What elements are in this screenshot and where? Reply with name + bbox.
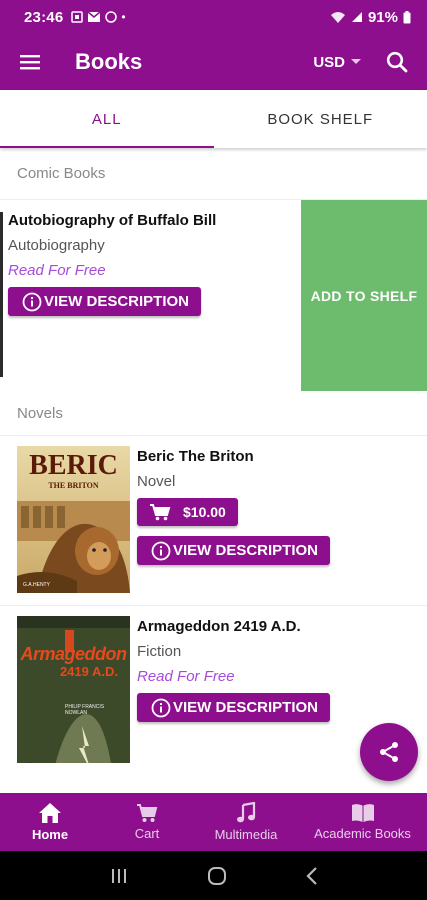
dot-icon: • <box>121 10 126 24</box>
view-description-label: VIEW DESCRIPTION <box>44 293 190 310</box>
bottom-navigation: Home Cart Multimedia Academic Books <box>0 793 427 851</box>
tab-book-shelf-label: BOOK SHELF <box>267 110 374 128</box>
tab-bar: ALL BOOK SHELF <box>0 90 427 148</box>
section-title: Comic Books <box>17 165 106 182</box>
book-cover[interactable]: BERIC THE BRITON G.A.HENTY <box>17 446 130 593</box>
cover-title: BERIC <box>29 450 118 481</box>
battery-icon <box>403 10 411 23</box>
wifi-icon <box>330 11 345 23</box>
signal-icon <box>351 12 362 22</box>
info-icon <box>22 292 42 312</box>
view-description-button[interactable]: VIEW DESCRIPTION <box>137 536 331 565</box>
nav-multimedia-label: Multimedia <box>214 827 278 842</box>
status-bar: 23:46 • 91% <box>0 0 427 34</box>
cart-icon <box>137 804 158 822</box>
nav-cart-label: Cart <box>134 826 160 841</box>
hamburger-icon <box>20 55 40 70</box>
section-header-comic-books: Comic Books <box>0 148 427 200</box>
book-cover-edge <box>0 212 3 377</box>
add-to-shelf-label: ADD TO SHELF <box>310 287 418 304</box>
book-list[interactable]: Comic Books Autobiography of Buffalo Bil… <box>0 148 427 793</box>
view-description-button[interactable]: VIEW DESCRIPTION <box>8 287 202 316</box>
list-item[interactable]: BERIC THE BRITON G.A.HENTY Beric The Bri… <box>0 436 427 606</box>
section-title: Novels <box>17 404 63 422</box>
page-title: Books <box>75 49 143 74</box>
add-to-shelf-button[interactable]: ADD TO SHELF <box>301 200 427 391</box>
share-icon <box>380 742 398 762</box>
view-description-label: VIEW DESCRIPTION <box>173 542 319 559</box>
home-button-icon[interactable] <box>207 866 227 886</box>
tab-all-label: ALL <box>91 110 122 128</box>
cover-subtitle: 2419 A.D. <box>59 664 118 679</box>
app-bar: Books USD <box>0 34 427 90</box>
nav-multimedia[interactable]: Multimedia <box>194 793 298 851</box>
info-icon <box>151 541 171 561</box>
tab-all[interactable]: ALL <box>0 90 214 148</box>
sim-icon <box>71 11 84 23</box>
mail-icon <box>87 11 101 22</box>
section-header-novels: Novels <box>0 391 427 436</box>
notification-icons: • <box>71 10 126 24</box>
nav-home-label: Home <box>31 827 69 842</box>
home-icon <box>39 803 61 823</box>
chevron-down-icon <box>351 59 361 64</box>
cover-author: PHILIP FRANCIS NOWLAN <box>65 704 105 716</box>
info-icon <box>151 698 171 718</box>
cover-title: Armageddon <box>20 644 127 664</box>
book-title: Beric The Briton <box>137 448 254 465</box>
view-description-button[interactable]: VIEW DESCRIPTION <box>137 693 331 722</box>
search-button[interactable] <box>377 34 417 90</box>
nav-academic-books-label: Academic Books <box>314 826 411 841</box>
currency-label: USD <box>313 53 345 71</box>
cover-author: G.A.HENTY <box>23 582 50 588</box>
share-button[interactable] <box>360 723 418 781</box>
book-category: Autobiography <box>8 237 105 254</box>
book-title: Autobiography of Buffalo Bill <box>8 212 217 229</box>
book-category: Fiction <box>137 643 182 660</box>
tab-book-shelf[interactable]: BOOK SHELF <box>214 90 427 148</box>
book-card[interactable]: Autobiography of Buffalo Bill Autobiogra… <box>0 200 301 391</box>
currency-selector[interactable]: USD <box>313 54 361 71</box>
book-category: Novel <box>137 473 176 490</box>
music-note-icon <box>237 802 256 823</box>
book-title: Armageddon 2419 A.D. <box>137 618 301 635</box>
list-item[interactable]: Autobiography of Buffalo Bill Autobiogra… <box>0 200 427 391</box>
recent-apps-icon[interactable] <box>110 868 128 884</box>
price-label: Read For Free <box>137 668 235 685</box>
system-navigation-bar <box>0 851 427 900</box>
price-label: $10.00 <box>183 504 226 520</box>
status-time: 23:46 <box>24 8 64 26</box>
cart-icon <box>149 503 171 521</box>
search-icon <box>386 51 408 73</box>
back-icon[interactable] <box>305 866 318 885</box>
nav-academic-books[interactable]: Academic Books <box>298 793 427 851</box>
book-icon <box>351 804 374 822</box>
price-label: Read For Free <box>8 262 106 279</box>
cover-subtitle: THE BRITON <box>48 481 99 490</box>
nav-home[interactable]: Home <box>0 793 100 851</box>
view-description-label: VIEW DESCRIPTION <box>173 699 319 716</box>
whatsapp-icon <box>105 11 118 23</box>
battery-percent: 91% <box>367 8 398 26</box>
price-button[interactable]: $10.00 <box>137 498 238 526</box>
menu-button[interactable] <box>0 34 60 90</box>
book-cover[interactable]: Armageddon 2419 A.D. PHILIP FRANCIS NOWL… <box>17 616 130 763</box>
nav-cart[interactable]: Cart <box>100 793 194 851</box>
